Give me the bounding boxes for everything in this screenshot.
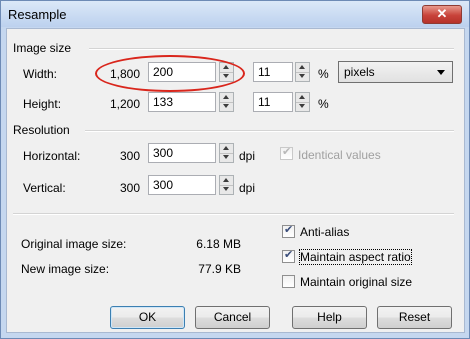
width-original-value: 1,800	[109, 67, 140, 81]
vertical-spinner[interactable]	[219, 175, 234, 195]
resolution-section-label: Resolution	[13, 123, 70, 137]
vertical-input[interactable]: 300	[148, 175, 216, 195]
width-label: Width:	[23, 67, 58, 81]
maintain-original-checkbox[interactable]	[282, 275, 295, 288]
unit-dropdown-value: pixels	[344, 65, 375, 79]
vertical-original-value: 300	[119, 181, 140, 195]
horizontal-input[interactable]: 300	[148, 143, 216, 163]
section-separator	[13, 213, 454, 215]
help-button[interactable]: Help	[292, 306, 367, 329]
height-percent-sign: %	[318, 97, 329, 111]
horizontal-label: Horizontal:	[23, 149, 81, 163]
width-percent-spin-down[interactable]	[296, 72, 309, 81]
arrow-down-icon	[299, 74, 305, 78]
arrow-up-icon	[223, 95, 229, 99]
dialog-title: Resample	[8, 7, 67, 22]
ok-button[interactable]: OK	[110, 306, 185, 329]
width-percent-input[interactable]: 11	[253, 62, 293, 82]
arrow-up-icon	[223, 178, 229, 182]
height-original-value: 1,200	[109, 97, 140, 111]
arrow-down-icon	[299, 104, 305, 108]
unit-dropdown[interactable]: pixels	[338, 61, 453, 83]
height-label: Height:	[23, 97, 62, 111]
arrow-down-icon	[223, 74, 229, 78]
vertical-spin-down[interactable]	[220, 185, 233, 194]
reset-button[interactable]: Reset	[377, 306, 452, 329]
resolution-separator	[85, 130, 454, 132]
identical-values-checkbox[interactable]	[280, 145, 293, 160]
arrow-down-icon	[223, 104, 229, 108]
original-size-label: Original image size:	[21, 237, 127, 251]
width-spinner[interactable]	[219, 62, 234, 82]
arrow-up-icon	[223, 146, 229, 150]
height-percent-spin-down[interactable]	[296, 102, 309, 111]
height-percent-spinner[interactable]	[295, 92, 310, 112]
new-size-value: 77.9 KB	[198, 262, 241, 276]
identical-values-label: Identical values	[298, 148, 381, 162]
cancel-button[interactable]: Cancel	[195, 306, 270, 329]
arrow-down-icon	[223, 187, 229, 191]
dropdown-arrow-icon	[437, 70, 445, 75]
new-size-label: New image size:	[21, 262, 110, 276]
horizontal-original-value: 300	[119, 149, 140, 163]
horizontal-spinner[interactable]	[219, 143, 234, 163]
vertical-unit: dpi	[239, 181, 256, 195]
width-input[interactable]: 200	[148, 62, 216, 82]
original-size-value: 6.18 MB	[196, 237, 241, 251]
width-percent-sign: %	[318, 67, 329, 81]
close-button[interactable]: ✕	[422, 5, 462, 24]
dialog-body: Image size Width: 1,800 200 11 % pixels …	[6, 28, 465, 333]
width-percent-spinner[interactable]	[295, 62, 310, 82]
title-bar[interactable]: Resample ✕	[1, 1, 469, 27]
arrow-up-icon	[223, 65, 229, 69]
arrow-down-icon	[223, 155, 229, 159]
height-spinner[interactable]	[219, 92, 234, 112]
maintain-original-label: Maintain original size	[300, 275, 413, 289]
maintain-aspect-checkbox[interactable]	[282, 248, 295, 263]
maintain-aspect-label: Maintain aspect ratio	[299, 249, 412, 265]
height-percent-input[interactable]: 11	[253, 92, 293, 112]
close-icon: ✕	[436, 6, 448, 21]
image-size-section-label: Image size	[13, 41, 72, 55]
image-size-separator	[89, 48, 454, 50]
width-spin-down[interactable]	[220, 72, 233, 81]
vertical-label: Vertical:	[23, 181, 66, 195]
arrow-up-icon	[299, 95, 305, 99]
arrow-up-icon	[299, 65, 305, 69]
anti-alias-label: Anti-alias	[300, 225, 350, 239]
height-input[interactable]: 133	[148, 92, 216, 112]
horizontal-spin-down[interactable]	[220, 153, 233, 162]
anti-alias-checkbox[interactable]	[282, 223, 295, 238]
horizontal-unit: dpi	[239, 149, 256, 163]
height-spin-down[interactable]	[220, 102, 233, 111]
resample-dialog: Resample ✕ Image size Width: 1,800 200 1…	[0, 0, 470, 339]
